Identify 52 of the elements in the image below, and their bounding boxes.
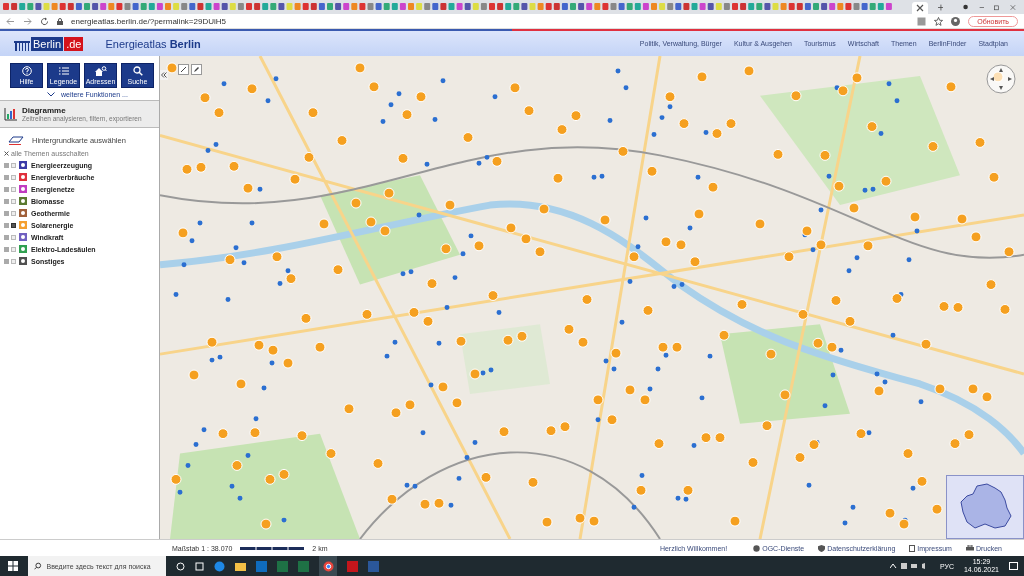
chevron-down-icon — [47, 92, 55, 97]
theme-checkbox[interactable] — [11, 162, 16, 168]
scale-bar — [240, 546, 305, 550]
bar-chart-icon — [4, 107, 18, 121]
chrome-icon[interactable] — [322, 560, 334, 572]
theme-checkbox[interactable] — [11, 234, 16, 240]
task-view-icon[interactable] — [195, 561, 204, 571]
theme-checkbox[interactable] — [11, 258, 16, 264]
url-field[interactable]: energieatlas.berlin.de/?permalink=29DUiH5 — [71, 16, 226, 26]
site-title: Energieatlas Berlin — [105, 37, 201, 50]
document-icon — [909, 544, 916, 552]
star-icon[interactable] — [934, 16, 944, 26]
theme-checkbox[interactable] — [11, 210, 16, 216]
theme-checkbox[interactable] — [11, 174, 16, 180]
theme-checkbox[interactable] — [11, 186, 16, 192]
map-layers-icon — [8, 136, 24, 145]
house-search-icon — [94, 66, 107, 76]
diagram-title: Diagramme — [22, 106, 67, 115]
printer-icon — [965, 544, 974, 552]
close-icon[interactable] — [915, 4, 924, 12]
back-icon[interactable] — [6, 16, 15, 26]
theme-checkbox[interactable] — [11, 246, 16, 252]
profile-icon[interactable] — [951, 16, 961, 26]
cortana-icon[interactable] — [176, 561, 185, 571]
map-tool-button[interactable] — [191, 64, 202, 75]
close-icon — [4, 151, 9, 156]
theme-checkbox[interactable] — [11, 198, 16, 204]
windows-start-icon[interactable] — [8, 561, 18, 571]
overview-map[interactable] — [946, 475, 1024, 539]
measure-icon — [180, 66, 187, 73]
pencil-icon — [193, 66, 200, 73]
pan-control[interactable] — [986, 64, 1016, 94]
collapse-button[interactable] — [160, 70, 168, 80]
map-tool-button[interactable] — [178, 64, 189, 75]
active-tab[interactable] — [912, 2, 928, 14]
lock-icon — [57, 17, 63, 25]
notification-icon[interactable] — [1009, 561, 1018, 571]
double-chevron-left-icon — [161, 72, 167, 78]
list-icon — [58, 66, 69, 76]
forward-icon[interactable] — [23, 16, 32, 26]
shield-icon — [818, 544, 826, 552]
search-icon — [132, 66, 143, 76]
search-icon — [34, 562, 42, 570]
help-icon — [21, 66, 32, 76]
restore-icon[interactable] — [994, 2, 1001, 12]
reload-icon[interactable] — [40, 16, 49, 26]
berlin-logo[interactable]: Berlin .de — [14, 36, 84, 51]
new-tab-icon[interactable] — [937, 2, 944, 12]
folder-icon[interactable] — [235, 560, 246, 572]
theme-checkbox[interactable] — [11, 222, 16, 228]
gate-icon — [14, 38, 30, 51]
globe-icon — [753, 544, 761, 552]
